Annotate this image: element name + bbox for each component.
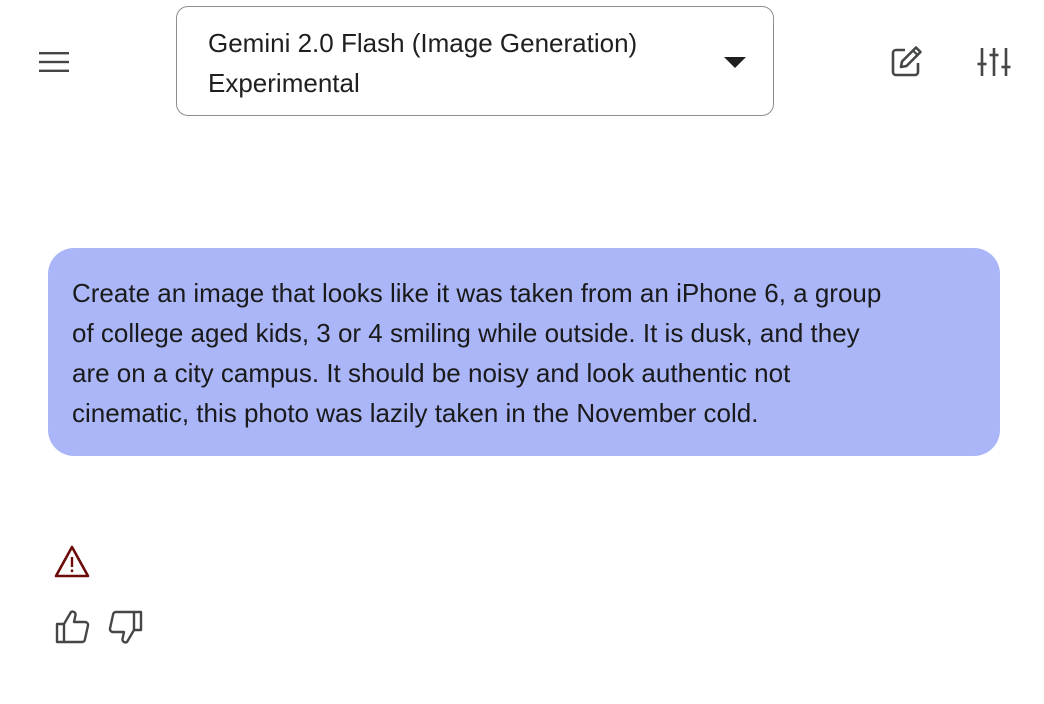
new-chat-button[interactable] bbox=[884, 40, 928, 84]
warning-triangle-icon bbox=[54, 545, 90, 578]
model-selector-value: Gemini 2.0 Flash (Image Generation) Expe… bbox=[208, 28, 638, 98]
tune-sliders-icon bbox=[977, 48, 1011, 76]
model-selector-dropdown[interactable]: Gemini 2.0 Flash (Image Generation) Expe… bbox=[176, 6, 774, 116]
hamburger-menu-icon bbox=[39, 52, 69, 72]
response-feedback-bar bbox=[52, 606, 146, 648]
thumbs-up-icon bbox=[55, 610, 90, 644]
thumbs-down-icon bbox=[108, 610, 143, 644]
user-prompt-text: Create an image that looks like it was t… bbox=[72, 278, 882, 428]
like-button[interactable] bbox=[52, 606, 92, 648]
user-prompt-bubble: Create an image that looks like it was t… bbox=[48, 248, 1000, 456]
menu-button[interactable] bbox=[34, 42, 74, 82]
settings-button[interactable] bbox=[972, 40, 1016, 84]
caret-down-icon bbox=[724, 57, 746, 68]
dislike-button[interactable] bbox=[106, 606, 146, 648]
top-app-bar: Gemini 2.0 Flash (Image Generation) Expe… bbox=[0, 0, 1044, 124]
edit-pencil-icon bbox=[891, 46, 922, 77]
